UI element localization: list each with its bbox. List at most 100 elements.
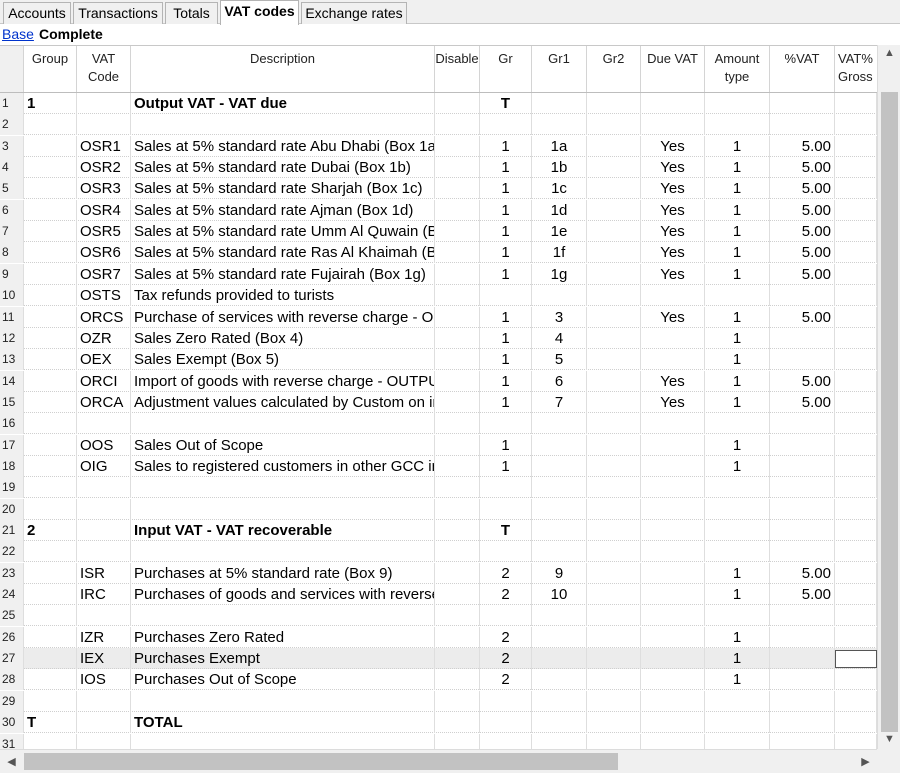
description-cell[interactable]: Output VAT - VAT due	[131, 93, 435, 114]
vat-code-cell[interactable]: OSR6	[77, 242, 131, 264]
amount-type-cell[interactable]	[705, 605, 770, 627]
description-cell[interactable]: Sales to registered customers in other G…	[131, 455, 435, 477]
gr2-cell[interactable]	[587, 413, 641, 435]
row-number[interactable]: 22	[0, 541, 24, 563]
row-number[interactable]: 3	[0, 135, 24, 157]
table-row[interactable]: 16	[0, 413, 877, 435]
gr2-cell[interactable]	[587, 520, 641, 541]
scroll-right-icon[interactable]: ▶	[854, 755, 877, 768]
amount-type-cell[interactable]: 1	[705, 455, 770, 477]
row-number[interactable]: 29	[0, 690, 24, 712]
table-row[interactable]: 29	[0, 690, 877, 712]
disable-cell[interactable]	[435, 520, 480, 541]
disable-cell[interactable]	[435, 114, 480, 136]
vat-code-cell[interactable]: ORCA	[77, 391, 131, 413]
percent-vat-cell[interactable]	[770, 669, 835, 691]
gr1-cell[interactable]	[532, 605, 587, 627]
row-number[interactable]: 21	[0, 520, 24, 541]
gr-cell[interactable]	[480, 477, 532, 499]
amount-type-cell[interactable]	[705, 541, 770, 563]
vat-on-gross-cell[interactable]	[835, 413, 877, 435]
percent-vat-cell[interactable]: 5.00	[770, 370, 835, 392]
vat-on-gross-cell[interactable]	[835, 93, 877, 114]
vat-on-gross-cell[interactable]	[835, 434, 877, 456]
group-cell[interactable]	[24, 306, 77, 328]
due-vat-cell[interactable]	[641, 541, 705, 563]
description-cell[interactable]: Sales at 5% standard rate Ras Al Khaimah…	[131, 242, 435, 264]
vat-code-cell[interactable]	[77, 733, 131, 749]
amount-type-cell[interactable]	[705, 498, 770, 520]
percent-vat-cell[interactable]: 5.00	[770, 157, 835, 179]
vat-code-cell[interactable]	[77, 114, 131, 136]
amount-type-cell[interactable]: 1	[705, 349, 770, 371]
due-vat-cell[interactable]: Yes	[641, 242, 705, 264]
gr2-cell[interactable]	[587, 562, 641, 584]
row-number[interactable]: 5	[0, 178, 24, 200]
gr1-cell[interactable]	[532, 520, 587, 541]
gr-cell[interactable]: 2	[480, 648, 532, 670]
percent-vat-cell[interactable]	[770, 520, 835, 541]
due-vat-cell[interactable]	[641, 669, 705, 691]
gr1-cell[interactable]: 10	[532, 584, 587, 606]
percent-vat-cell[interactable]	[770, 605, 835, 627]
gr1-cell[interactable]	[532, 626, 587, 648]
group-cell[interactable]	[24, 541, 77, 563]
gr1-cell[interactable]	[532, 669, 587, 691]
disable-cell[interactable]	[435, 135, 480, 157]
table-row[interactable]: 19	[0, 477, 877, 499]
gr1-cell[interactable]	[532, 733, 587, 749]
amount-type-cell[interactable]: 1	[705, 135, 770, 157]
gr-cell[interactable]	[480, 413, 532, 435]
percent-vat-cell[interactable]: 5.00	[770, 221, 835, 243]
disable-cell[interactable]	[435, 327, 480, 349]
vat-code-cell[interactable]: OSR5	[77, 221, 131, 243]
gr2-cell[interactable]	[587, 178, 641, 200]
percent-vat-cell[interactable]: 5.00	[770, 562, 835, 584]
vat-on-gross-cell[interactable]	[835, 733, 877, 749]
gr-cell[interactable]: 1	[480, 455, 532, 477]
vat-on-gross-cell[interactable]	[835, 562, 877, 584]
gr-cell[interactable]	[480, 733, 532, 749]
table-row[interactable]: 23 ISR Purchases at 5% standard rate (Box …	[0, 562, 877, 584]
table-row[interactable]: 1 1 Output VAT - VAT due T	[0, 93, 877, 114]
due-vat-cell[interactable]	[641, 349, 705, 371]
description-cell[interactable]	[131, 114, 435, 136]
row-number[interactable]: 18	[0, 455, 24, 477]
group-cell[interactable]	[24, 648, 77, 670]
column-header-percent-vat[interactable]: %VAT	[770, 46, 835, 92]
vat-on-gross-cell[interactable]	[835, 285, 877, 307]
vat-code-cell[interactable]	[77, 712, 131, 734]
row-number[interactable]: 13	[0, 349, 24, 371]
disable-cell[interactable]	[435, 199, 480, 221]
gr1-cell[interactable]	[532, 455, 587, 477]
gr2-cell[interactable]	[587, 135, 641, 157]
group-cell[interactable]	[24, 157, 77, 179]
gr-cell[interactable]: 1	[480, 157, 532, 179]
description-cell[interactable]	[131, 733, 435, 749]
percent-vat-cell[interactable]	[770, 413, 835, 435]
disable-cell[interactable]	[435, 306, 480, 328]
gr1-cell[interactable]: 9	[532, 562, 587, 584]
table-row[interactable]: 4 OSR2 Sales at 5% standard rate Dubai (Bo…	[0, 157, 877, 179]
table-row[interactable]: 5 OSR3 Sales at 5% standard rate Sharjah (…	[0, 178, 877, 200]
table-row[interactable]: 12 OZR Sales Zero Rated (Box 4) 1 4 1	[0, 327, 877, 349]
percent-vat-cell[interactable]	[770, 712, 835, 734]
disable-cell[interactable]	[435, 477, 480, 499]
row-number[interactable]: 30	[0, 712, 24, 734]
vat-code-cell[interactable]: ORCS	[77, 306, 131, 328]
row-number[interactable]: 8	[0, 242, 24, 264]
disable-cell[interactable]	[435, 690, 480, 712]
description-cell[interactable]: Sales Out of Scope	[131, 434, 435, 456]
vat-code-cell[interactable]	[77, 477, 131, 499]
description-cell[interactable]	[131, 541, 435, 563]
due-vat-cell[interactable]	[641, 498, 705, 520]
disable-cell[interactable]	[435, 733, 480, 749]
row-number[interactable]: 2	[0, 114, 24, 136]
gr1-cell[interactable]	[532, 541, 587, 563]
disable-cell[interactable]	[435, 712, 480, 734]
table-row[interactable]: 11 ORCS Purchase of services with reverse …	[0, 306, 877, 328]
row-number[interactable]: 16	[0, 413, 24, 435]
row-number[interactable]: 23	[0, 562, 24, 584]
vat-on-gross-cell[interactable]	[835, 626, 877, 648]
percent-vat-cell[interactable]	[770, 733, 835, 749]
